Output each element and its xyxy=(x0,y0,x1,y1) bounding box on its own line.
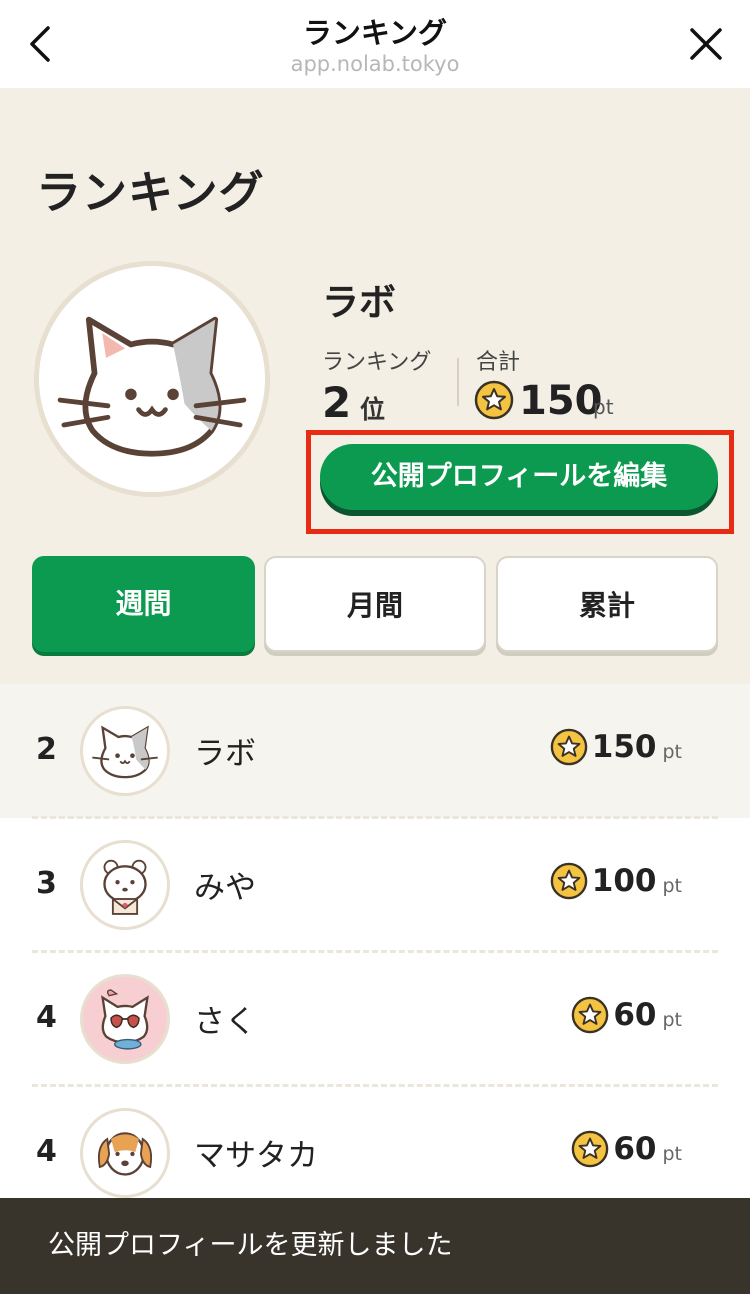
points-value: 100 xyxy=(591,863,657,899)
points-unit: pt xyxy=(662,1009,682,1031)
points: 60 pt xyxy=(571,996,682,1034)
list-item[interactable]: 3 みや 100 pt xyxy=(0,818,750,952)
total-points: 150 xyxy=(519,378,603,424)
points-unit: pt xyxy=(662,741,682,763)
rank-unit: 位 xyxy=(360,395,386,424)
points: 100 pt xyxy=(550,862,682,900)
profile-header: ランキング ラボ ランキング 合計 2 位 150 pt 公開プロフィールを編集… xyxy=(0,88,750,684)
star-coin-icon xyxy=(572,1130,609,1168)
cat-icon xyxy=(80,706,170,796)
points-value: 60 xyxy=(613,1131,657,1167)
points-value: 60 xyxy=(613,997,657,1033)
rank-number: 3 xyxy=(36,866,57,901)
user-name: ラボ xyxy=(322,281,396,324)
rank-value: 2 xyxy=(322,378,352,427)
star-coin-icon xyxy=(550,728,588,766)
stat-divider xyxy=(457,358,459,406)
star-coin-icon xyxy=(474,380,514,420)
top-bar: ランキング app.nolab.tokyo xyxy=(0,0,750,88)
list-item[interactable]: 4 さく 60 pt xyxy=(0,952,750,1086)
total-label: 合計 xyxy=(476,350,521,375)
rank-number: 2 xyxy=(36,732,57,767)
points-value: 150 xyxy=(591,729,657,765)
points: 150 pt xyxy=(550,728,682,766)
url-label: app.nolab.tokyo xyxy=(290,52,460,76)
dog-icon xyxy=(80,1108,170,1198)
total-unit: pt xyxy=(593,395,614,419)
window-title: ランキング xyxy=(302,16,448,50)
toast-message: 公開プロフィールを更新しました xyxy=(0,1198,750,1294)
user-name: みや xyxy=(194,870,256,906)
user-name: マサタカ xyxy=(194,1138,318,1174)
tab-monthly[interactable]: 月間 xyxy=(264,556,486,652)
close-icon[interactable] xyxy=(684,22,728,66)
user-name: ラボ xyxy=(194,736,256,772)
list-item[interactable]: 2 ラボ 150 pt xyxy=(0,684,750,818)
rank-label: ランキング xyxy=(322,350,432,375)
star-coin-icon xyxy=(572,996,609,1034)
bear-icon xyxy=(80,840,170,930)
page-title: ランキング xyxy=(36,166,265,219)
cat-sunglasses-icon xyxy=(80,974,170,1064)
cat-icon xyxy=(34,261,270,497)
points-unit: pt xyxy=(662,875,682,897)
points: 60 pt xyxy=(571,1130,682,1168)
tab-cumulative[interactable]: 累計 xyxy=(496,556,718,652)
edit-profile-button[interactable]: 公開プロフィールを編集 xyxy=(320,444,718,510)
rank-number: 4 xyxy=(36,1000,57,1035)
star-coin-icon xyxy=(550,862,588,900)
user-name: さく xyxy=(194,1004,256,1040)
tab-weekly[interactable]: 週間 xyxy=(32,556,255,652)
rank-number: 4 xyxy=(36,1134,57,1169)
points-unit: pt xyxy=(662,1143,682,1165)
